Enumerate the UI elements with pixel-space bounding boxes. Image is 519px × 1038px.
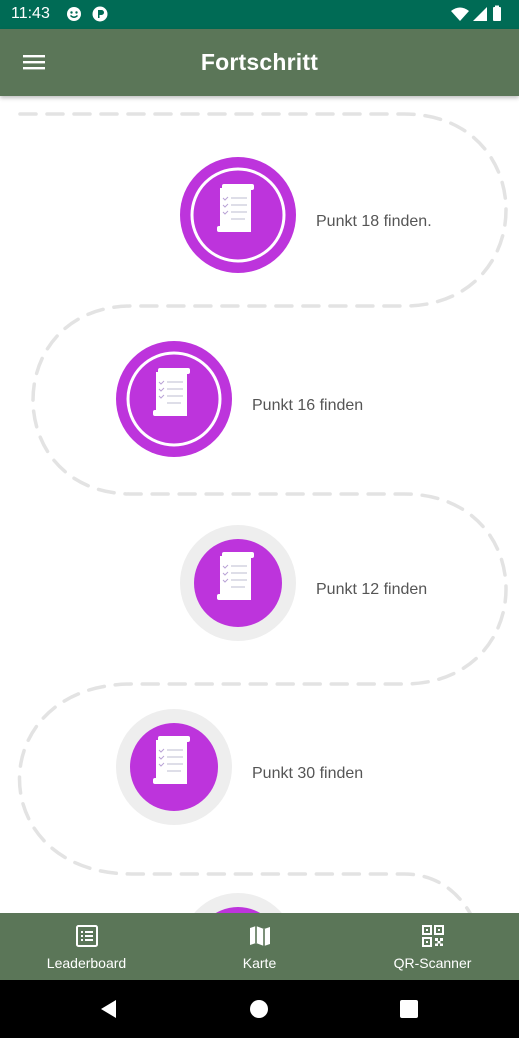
- checklist-scroll-icon: [194, 893, 282, 913]
- milestone-item[interactable]: [179, 892, 297, 913]
- home-icon[interactable]: [248, 998, 270, 1020]
- qr-code-icon: [421, 925, 444, 947]
- app-bar: Fortschritt: [0, 29, 519, 96]
- milestone-item[interactable]: [179, 156, 297, 274]
- nav-karte[interactable]: Karte: [173, 913, 346, 980]
- list-icon: [75, 925, 98, 947]
- status-time: 11:43: [11, 5, 50, 22]
- milestone-label: Punkt 30 finden: [252, 765, 364, 782]
- wifi-icon: [451, 7, 469, 21]
- milestone-item[interactable]: [115, 708, 233, 826]
- nav-label: QR-Scanner: [393, 955, 472, 971]
- bottom-navigation: Leaderboard Karte QR-Scanner: [0, 913, 519, 980]
- progress-path-list[interactable]: Punkt 18 finden. Punkt 16 finden Punkt 1…: [0, 96, 519, 913]
- signal-icon: [473, 7, 487, 21]
- status-bar: 11:43: [0, 0, 519, 29]
- checklist-scroll-icon: [180, 157, 296, 273]
- milestone-label: Punkt 18 finden.: [316, 213, 432, 230]
- nav-label: Leaderboard: [46, 955, 127, 971]
- milestone-label: Punkt 16 finden: [252, 397, 364, 414]
- checklist-scroll-icon: [116, 709, 232, 825]
- milestone-label: Punkt 12 finden: [316, 581, 428, 598]
- milestone-item[interactable]: [115, 340, 233, 458]
- back-icon[interactable]: [98, 998, 120, 1020]
- recents-icon[interactable]: [398, 998, 420, 1020]
- system-navigation-bar: [0, 980, 519, 1038]
- checklist-scroll-icon: [180, 525, 296, 641]
- checklist-scroll-icon: [116, 341, 232, 457]
- nav-label: Karte: [242, 955, 277, 971]
- map-icon: [249, 926, 270, 946]
- app-notification-icon: [92, 6, 108, 22]
- nav-qr-scanner[interactable]: QR-Scanner: [346, 913, 519, 980]
- system-status-icons: [451, 5, 501, 21]
- battery-icon: [493, 7, 501, 21]
- page-title: Fortschritt: [200, 49, 319, 75]
- smiley-notification-icon: [67, 7, 81, 21]
- milestone-item[interactable]: [179, 524, 297, 642]
- nav-leaderboard[interactable]: Leaderboard: [0, 913, 173, 980]
